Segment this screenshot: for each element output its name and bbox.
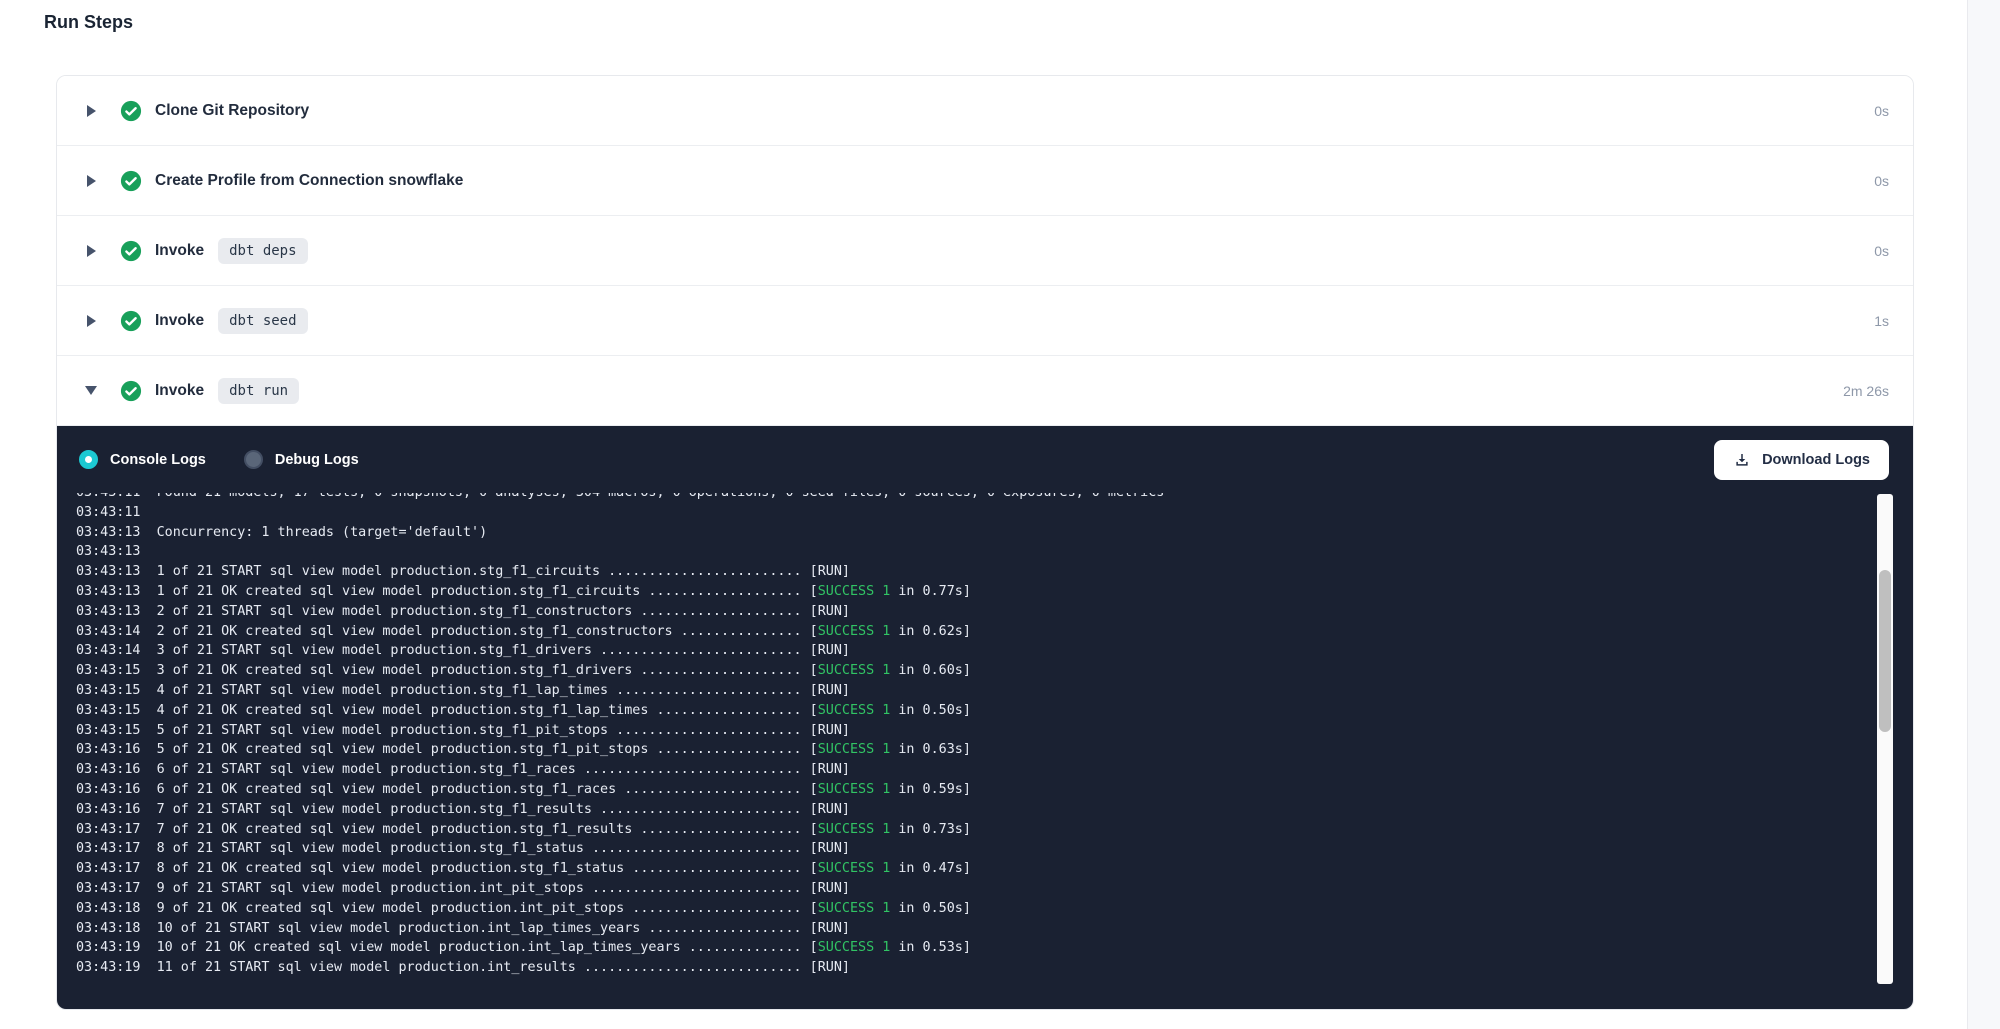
log-line: 03:43:17 7 of 21 OK created sql view mod…	[76, 820, 1869, 840]
console-log-output[interactable]: 03:43:11 Found 21 models, 17 tests, 0 sn…	[57, 493, 1869, 988]
log-tab-label: Debug Logs	[275, 452, 359, 468]
log-tab-debug-logs[interactable]: Debug Logs	[244, 450, 359, 469]
log-line: 03:43:18 10 of 21 START sql view model p…	[76, 919, 1869, 939]
caret-icon[interactable]	[83, 172, 99, 190]
caret-icon[interactable]	[83, 382, 99, 400]
log-line: 03:43:15 4 of 21 OK created sql view mod…	[76, 701, 1869, 721]
success-check-icon	[120, 380, 142, 402]
download-logs-label: Download Logs	[1762, 452, 1870, 468]
step-duration: 0s	[1874, 103, 1889, 119]
log-line: 03:43:13 1 of 21 START sql view model pr…	[76, 562, 1869, 582]
log-line: 03:43:11 Found 21 models, 17 tests, 0 sn…	[76, 493, 1869, 503]
log-line: 03:43:15 5 of 21 START sql view model pr…	[76, 721, 1869, 741]
step-duration: 2m 26s	[1843, 383, 1889, 399]
log-line: 03:43:16 6 of 21 START sql view model pr…	[76, 760, 1869, 780]
step-command-chip: dbt run	[218, 378, 299, 404]
log-line: 03:43:14 3 of 21 START sql view model pr…	[76, 641, 1869, 661]
log-line: 03:43:13 Concurrency: 1 threads (target=…	[76, 523, 1869, 543]
log-line: 03:43:13 1 of 21 OK created sql view mod…	[76, 582, 1869, 602]
step-command-chip: dbt deps	[218, 238, 307, 264]
log-tab-console-logs[interactable]: Console Logs	[79, 450, 206, 469]
step-label: Create Profile from Connection snowflake	[155, 172, 463, 190]
log-line: 03:43:17 8 of 21 OK created sql view mod…	[76, 859, 1869, 879]
log-line: 03:43:16 6 of 21 OK created sql view mod…	[76, 780, 1869, 800]
step-command-chip: dbt seed	[218, 308, 307, 334]
log-line: 03:43:19 10 of 21 OK created sql view mo…	[76, 938, 1869, 958]
log-line: 03:43:17 8 of 21 START sql view model pr…	[76, 839, 1869, 859]
step-label: Invoke	[155, 312, 204, 330]
success-check-icon	[120, 100, 142, 122]
download-icon	[1733, 451, 1751, 469]
run-step-row[interactable]: Create Profile from Connection snowflake…	[57, 146, 1913, 216]
step-label: Invoke	[155, 242, 204, 260]
step-duration: 1s	[1874, 313, 1889, 329]
caret-icon[interactable]	[83, 312, 99, 330]
log-line: 03:43:11	[76, 503, 1869, 523]
log-line: 03:43:13 2 of 21 START sql view model pr…	[76, 602, 1869, 622]
log-line: 03:43:15 3 of 21 OK created sql view mod…	[76, 661, 1869, 681]
log-line: 03:43:18 9 of 21 OK created sql view mod…	[76, 899, 1869, 919]
page-gutter	[1967, 0, 2000, 1029]
success-check-icon	[120, 310, 142, 332]
run-steps-list: Clone Git Repository 0s Create Profile f…	[57, 76, 1913, 426]
step-duration: 0s	[1874, 173, 1889, 189]
run-step-row[interactable]: Invoke dbt deps 0s	[57, 216, 1913, 286]
run-step-row[interactable]: Invoke dbt seed 1s	[57, 286, 1913, 356]
radio-icon	[244, 450, 263, 469]
success-check-icon	[120, 240, 142, 262]
run-steps-card: Clone Git Repository 0s Create Profile f…	[56, 75, 1914, 1010]
log-line: 03:43:17 9 of 21 START sql view model pr…	[76, 879, 1869, 899]
log-line: 03:43:15 4 of 21 START sql view model pr…	[76, 681, 1869, 701]
log-line: 03:43:19 11 of 21 START sql view model p…	[76, 958, 1869, 978]
console-toolbar: Console Logs Debug Logs Download Logs	[57, 426, 1913, 493]
log-line: 03:43:13	[76, 542, 1869, 562]
log-line: 03:43:16 7 of 21 START sql view model pr…	[76, 800, 1869, 820]
step-duration: 0s	[1874, 243, 1889, 259]
log-line: 03:43:16 5 of 21 OK created sql view mod…	[76, 740, 1869, 760]
step-label: Invoke	[155, 382, 204, 400]
run-step-row[interactable]: Invoke dbt run 2m 26s	[57, 356, 1913, 426]
log-line: 03:43:14 2 of 21 OK created sql view mod…	[76, 622, 1869, 642]
caret-icon[interactable]	[83, 102, 99, 120]
log-type-radio-group: Console Logs Debug Logs	[79, 450, 397, 469]
step-label: Clone Git Repository	[155, 102, 309, 120]
radio-icon	[79, 450, 98, 469]
run-step-row[interactable]: Clone Git Repository 0s	[57, 76, 1913, 146]
log-scrollbar-track[interactable]	[1877, 494, 1893, 984]
page-title: Run Steps	[44, 12, 133, 33]
caret-icon[interactable]	[83, 242, 99, 260]
success-check-icon	[120, 170, 142, 192]
log-scrollbar-thumb[interactable]	[1879, 570, 1891, 732]
console-panel: Console Logs Debug Logs Download Logs 03…	[57, 426, 1913, 1009]
download-logs-button[interactable]: Download Logs	[1714, 440, 1889, 480]
log-tab-label: Console Logs	[110, 452, 206, 468]
